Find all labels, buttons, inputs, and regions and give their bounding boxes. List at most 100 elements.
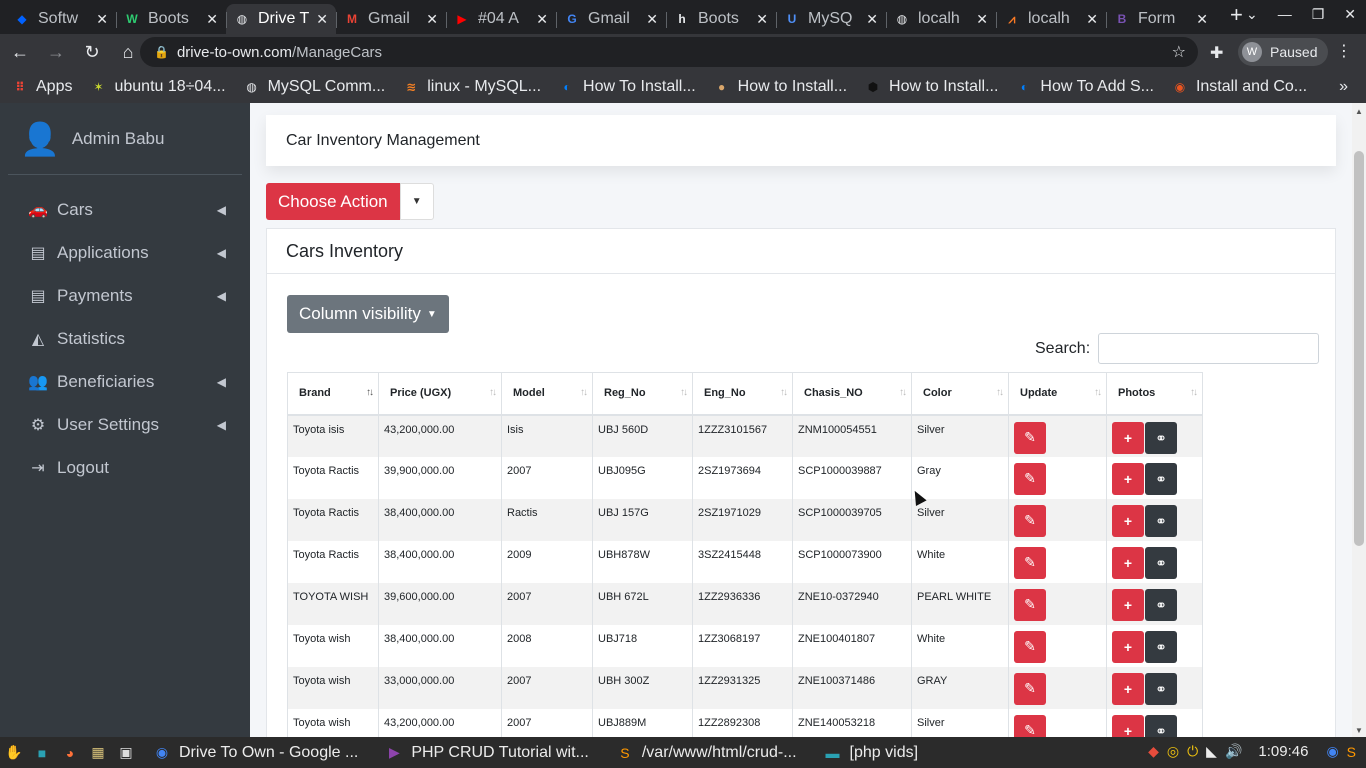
add-photo-button[interactable]: + bbox=[1112, 630, 1144, 663]
bookmark-item[interactable]: ◐ How To Add S... bbox=[1016, 78, 1154, 96]
browser-tab[interactable]: U MySQ ✕ bbox=[776, 4, 886, 34]
browser-tab[interactable]: M Gmail ✕ bbox=[336, 4, 446, 34]
browser-menu-icon[interactable]: ⋮ bbox=[1336, 41, 1352, 61]
add-photo-button[interactable]: + bbox=[1112, 588, 1144, 621]
column-header[interactable]: Photos ↑↓ bbox=[1106, 372, 1203, 416]
browser-tab[interactable]: W Boots ✕ bbox=[116, 4, 226, 34]
profile-button[interactable]: W Paused bbox=[1238, 38, 1328, 66]
column-header[interactable]: Brand ↑↓ bbox=[287, 372, 379, 416]
taskbar-window-button[interactable]: ▬ [php vids] bbox=[819, 743, 918, 763]
close-tab-icon[interactable]: ✕ bbox=[646, 11, 658, 28]
sidebar-item-statistics[interactable]: ◭ Statistics bbox=[0, 317, 250, 360]
sidebar-item-beneficiaries[interactable]: 👥 Beneficiaries ◀ bbox=[0, 360, 250, 403]
choose-action-button[interactable]: Choose Action bbox=[266, 183, 400, 220]
file-manager-icon[interactable]: ▦ bbox=[87, 743, 109, 763]
edit-button[interactable]: ✎ bbox=[1014, 630, 1046, 663]
sublime-tray-icon[interactable]: S bbox=[1347, 744, 1356, 760]
column-header[interactable]: Chasis_NO ↑↓ bbox=[792, 372, 912, 416]
scroll-down-icon[interactable]: ▼ bbox=[1355, 726, 1363, 735]
browser-tab[interactable]: B Form ✕ bbox=[1106, 4, 1216, 34]
column-header[interactable]: Model ↑↓ bbox=[501, 372, 593, 416]
taskbar-window-button[interactable]: ▶ PHP CRUD Tutorial wit... bbox=[380, 743, 589, 763]
edit-button[interactable]: ✎ bbox=[1014, 588, 1046, 621]
start-menu-icon[interactable]: ✋ bbox=[3, 743, 25, 763]
volume-icon[interactable]: 🔊 bbox=[1225, 743, 1242, 760]
browser-tab[interactable]: ▶ #04 A ✕ bbox=[446, 4, 556, 34]
sidebar-item-logout[interactable]: ⇥ Logout bbox=[0, 446, 250, 489]
bookmark-item[interactable]: ◉ Install and Co... bbox=[1172, 78, 1307, 96]
close-tab-icon[interactable]: ✕ bbox=[96, 11, 108, 28]
edit-button[interactable]: ✎ bbox=[1014, 672, 1046, 705]
bookmark-item[interactable]: ⬢ How to Install... bbox=[865, 78, 999, 96]
back-icon[interactable]: ← bbox=[4, 42, 36, 63]
close-tab-icon[interactable]: ✕ bbox=[1196, 11, 1208, 28]
close-tab-icon[interactable]: ✕ bbox=[206, 11, 218, 28]
chrome-tray-icon[interactable]: ◉ bbox=[1326, 743, 1338, 760]
bookmarks-overflow-icon[interactable]: » bbox=[1339, 78, 1348, 96]
show-desktop-icon[interactable]: ■ bbox=[31, 743, 53, 763]
updates-icon[interactable]: ◎ bbox=[1167, 743, 1179, 760]
add-photo-button[interactable]: + bbox=[1112, 672, 1144, 705]
lock-icon[interactable]: 🔒 bbox=[154, 45, 169, 59]
column-header[interactable]: Price (UGX) ↑↓ bbox=[378, 372, 502, 416]
add-photo-button[interactable]: + bbox=[1112, 421, 1144, 454]
browser-tab[interactable]: G Gmail ✕ bbox=[556, 4, 666, 34]
tab-search-icon[interactable]: ⌄ bbox=[1246, 6, 1258, 23]
view-photos-button[interactable]: ⚭ bbox=[1145, 673, 1177, 705]
bookmark-item[interactable]: ⠿ Apps bbox=[12, 78, 72, 96]
close-window-icon[interactable]: ✕ bbox=[1344, 6, 1356, 23]
close-tab-icon[interactable]: ✕ bbox=[866, 11, 878, 28]
power-icon[interactable]: ⏻ bbox=[1187, 743, 1198, 760]
edit-button[interactable]: ✎ bbox=[1014, 714, 1046, 737]
browser-tab[interactable]: h Boots ✕ bbox=[666, 4, 776, 34]
sidebar-item-applications[interactable]: ▤ Applications ◀ bbox=[0, 231, 250, 274]
add-photo-button[interactable]: + bbox=[1112, 546, 1144, 579]
page-scrollbar[interactable]: ▲ ▼ bbox=[1352, 103, 1366, 737]
address-bar[interactable]: 🔒 drive-to-own.com/ManageCars ☆ bbox=[140, 37, 1198, 67]
firefox-icon[interactable]: ◕ bbox=[59, 743, 81, 763]
sidebar-item-cars[interactable]: 🚗 Cars ◀ bbox=[0, 188, 250, 231]
extensions-puzzle-icon[interactable]: ✚ bbox=[1210, 43, 1223, 63]
view-photos-button[interactable]: ⚭ bbox=[1145, 589, 1177, 621]
close-tab-icon[interactable]: ✕ bbox=[536, 11, 548, 28]
view-photos-button[interactable]: ⚭ bbox=[1145, 631, 1177, 663]
bookmark-item[interactable]: ◐ How To Install... bbox=[559, 78, 695, 96]
add-photo-button[interactable]: + bbox=[1112, 714, 1144, 737]
bookmark-star-icon[interactable]: ☆ bbox=[1172, 42, 1186, 62]
close-tab-icon[interactable]: ✕ bbox=[756, 11, 768, 28]
column-header[interactable]: Color ↑↓ bbox=[911, 372, 1009, 416]
browser-tab[interactable]: ◆ Softw ✕ bbox=[6, 4, 116, 34]
view-photos-button[interactable]: ⚭ bbox=[1145, 547, 1177, 579]
scroll-up-icon[interactable]: ▲ bbox=[1355, 107, 1363, 116]
sidebar-item-user-settings[interactable]: ⚙ User Settings ◀ bbox=[0, 403, 250, 446]
sidebar-user-panel[interactable]: 👤 Admin Babu bbox=[8, 103, 242, 175]
close-tab-icon[interactable]: ✕ bbox=[1086, 11, 1098, 28]
wifi-icon[interactable]: ◣ bbox=[1206, 743, 1217, 760]
bookmark-item[interactable]: ✶ ubuntu 18÷04... bbox=[90, 78, 225, 96]
edit-button[interactable]: ✎ bbox=[1014, 546, 1046, 579]
view-photos-button[interactable]: ⚭ bbox=[1145, 505, 1177, 537]
close-tab-icon[interactable]: ✕ bbox=[316, 11, 328, 28]
close-tab-icon[interactable]: ✕ bbox=[426, 11, 438, 28]
reload-icon[interactable]: ↻ bbox=[76, 42, 108, 63]
choose-action-toggle[interactable]: ▼ bbox=[399, 183, 434, 220]
edit-button[interactable]: ✎ bbox=[1014, 421, 1046, 454]
column-header[interactable]: Update ↑↓ bbox=[1008, 372, 1107, 416]
view-photos-button[interactable]: ⚭ bbox=[1145, 463, 1177, 495]
search-input[interactable] bbox=[1098, 333, 1320, 364]
view-photos-button[interactable]: ⚭ bbox=[1145, 715, 1177, 737]
taskbar-window-button[interactable]: ◉ Drive To Own - Google ... bbox=[148, 743, 358, 763]
terminal-icon[interactable]: ▣ bbox=[115, 743, 137, 763]
new-tab-icon[interactable]: + bbox=[1230, 2, 1243, 28]
anydesk-icon[interactable]: ◆ bbox=[1148, 743, 1159, 760]
minimize-icon[interactable]: — bbox=[1278, 6, 1292, 23]
column-header[interactable]: Reg_No ↑↓ bbox=[592, 372, 693, 416]
bookmark-item[interactable]: ● How to Install... bbox=[714, 78, 847, 96]
browser-tab[interactable]: ◍ Drive T ✕ bbox=[226, 4, 336, 34]
column-visibility-button[interactable]: Column visibility ▼ bbox=[287, 295, 449, 333]
edit-button[interactable]: ✎ bbox=[1014, 504, 1046, 537]
maximize-icon[interactable]: ❐ bbox=[1312, 6, 1325, 23]
bookmark-item[interactable]: ≋ linux - MySQL... bbox=[403, 78, 541, 96]
view-photos-button[interactable]: ⚭ bbox=[1145, 422, 1177, 454]
forward-icon[interactable]: → bbox=[40, 42, 72, 63]
